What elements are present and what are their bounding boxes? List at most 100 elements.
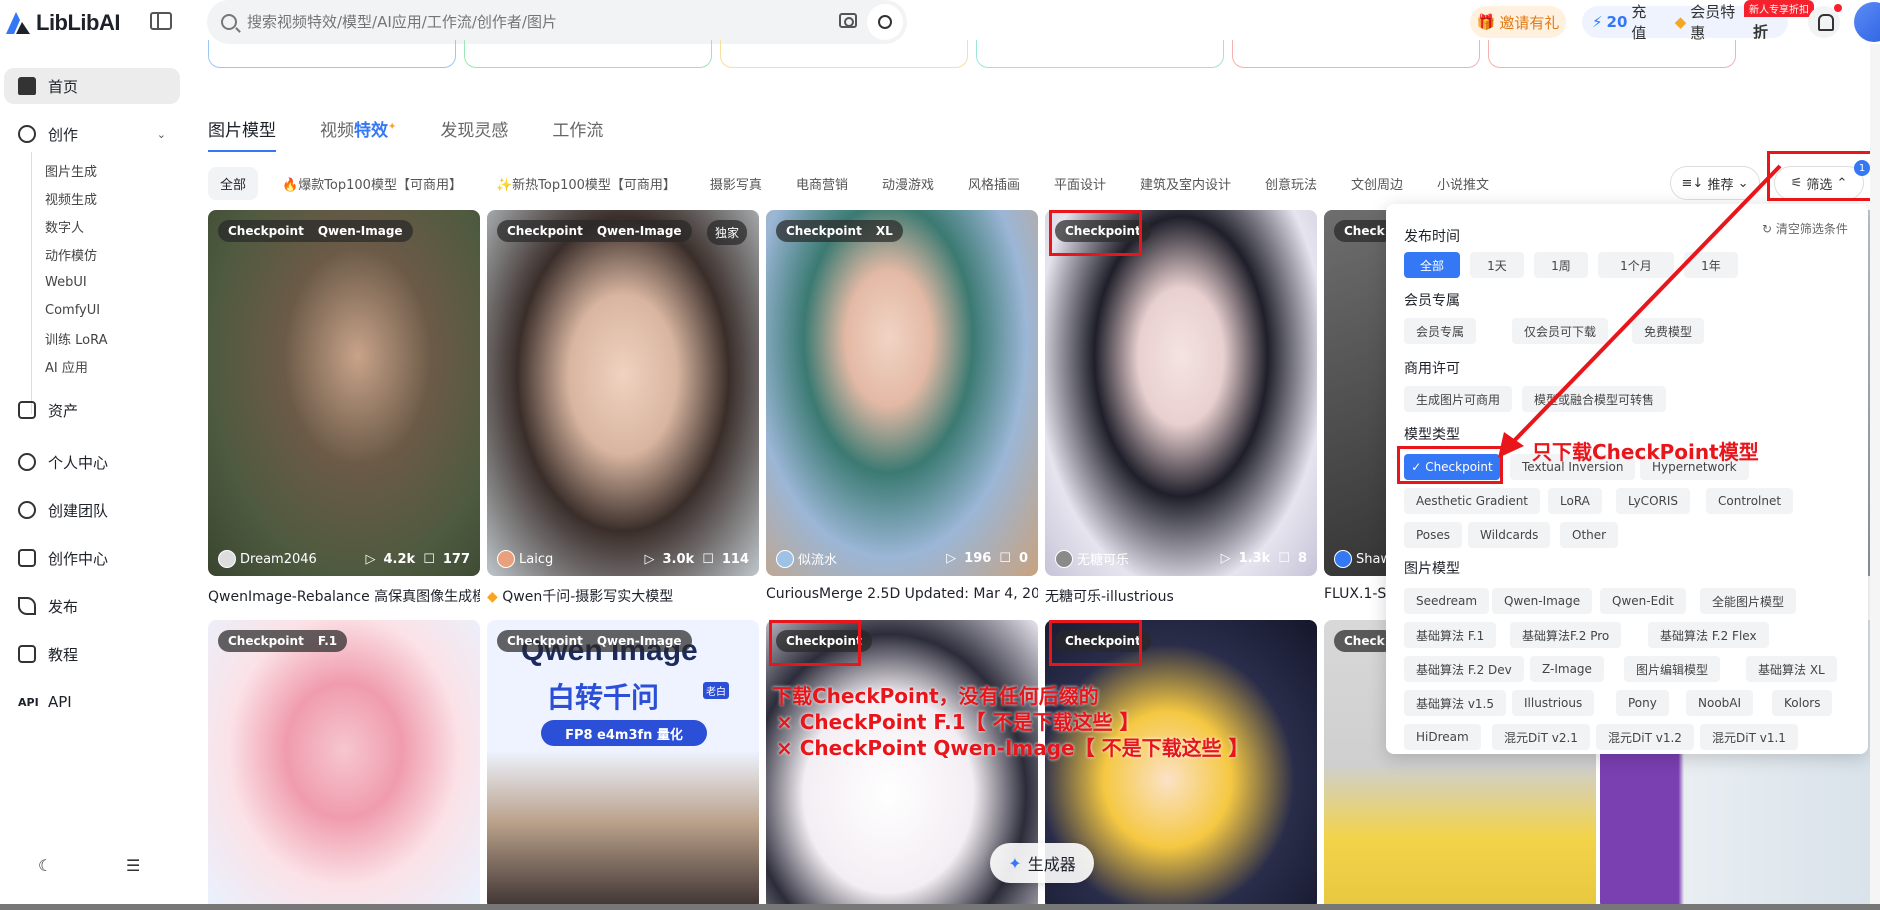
chip-ecommerce[interactable]: 电商营销 xyxy=(796,174,848,193)
filter-option[interactable]: Illustrious xyxy=(1512,690,1595,716)
filter-option[interactable]: 免费模型 xyxy=(1632,318,1705,344)
logo[interactable]: LibLibAI xyxy=(4,8,120,38)
model-card[interactable]: Qwen Image 白转千问 老白 FP8 e4m3fn 量化 Checkpo… xyxy=(487,620,759,910)
model-card[interactable]: Checkpoint 无糖可乐 ▷ 1.3k ☐ 8 xyxy=(1045,210,1317,576)
filter-option[interactable]: 基础算法 F.2 Flex xyxy=(1648,622,1769,648)
list-icon[interactable]: ☰ xyxy=(126,856,146,876)
sidebar-item-assets[interactable]: 资产 xyxy=(4,392,180,428)
card-author[interactable]: 无糖可乐 xyxy=(1077,549,1129,568)
card-author[interactable]: 似流水 xyxy=(798,549,837,568)
sidebar-subitem[interactable]: AI 应用 xyxy=(24,352,174,380)
search-input[interactable] xyxy=(247,13,827,31)
search-button[interactable] xyxy=(867,4,903,40)
sidebar-item-creator-center[interactable]: 创作中心 xyxy=(4,540,180,576)
filter-option[interactable]: 基础算法 XL xyxy=(1746,656,1837,682)
filter-option[interactable]: Seedream xyxy=(1404,588,1490,614)
sidebar-item-home[interactable]: 首页 xyxy=(4,68,180,104)
filter-option[interactable]: 基础算法F.2 Pro xyxy=(1510,622,1622,648)
filter-option[interactable]: 全能图片模型 xyxy=(1700,588,1797,614)
filter-option[interactable]: Kolors xyxy=(1772,690,1833,716)
chip-creative[interactable]: 创意玩法 xyxy=(1265,174,1317,193)
filter-option[interactable]: 生成图片可商用 xyxy=(1404,386,1513,412)
sidebar-toggle-icon[interactable] xyxy=(150,12,172,30)
generator-button[interactable]: ✦ 生成器 xyxy=(990,843,1094,883)
scrollbar[interactable] xyxy=(1870,44,1880,910)
tab-video-effects[interactable]: 视频特效✦ xyxy=(320,116,396,152)
chip-graphic[interactable]: 平面设计 xyxy=(1054,174,1106,193)
filter-option[interactable]: Poses xyxy=(1404,522,1463,548)
filter-option[interactable]: HiDream xyxy=(1404,724,1481,750)
tag: Qwen-Image xyxy=(317,224,403,238)
filter-option[interactable]: Other xyxy=(1560,522,1619,548)
filter-option[interactable]: 混元DiT v2.1 xyxy=(1492,724,1590,750)
chip-merch[interactable]: 文创周边 xyxy=(1351,174,1403,193)
filter-option[interactable]: 基础算法 F.1 xyxy=(1404,622,1497,648)
filter-option[interactable]: Pony xyxy=(1616,690,1669,716)
model-card[interactable]: Checkpoint F.1 xyxy=(208,620,480,910)
bell-icon[interactable] xyxy=(1808,4,1842,38)
filter-option[interactable]: 混元DiT v1.1 xyxy=(1700,724,1798,750)
chip-architecture[interactable]: 建筑及室内设计 xyxy=(1140,174,1231,193)
invite-button[interactable]: 🎁 邀请有礼 xyxy=(1470,6,1566,38)
sidebar-item-tutorial[interactable]: 教程 xyxy=(4,636,180,672)
chip-hot-top100[interactable]: 🔥爆款Top100模型【可商用】 xyxy=(282,174,462,193)
camera-icon[interactable] xyxy=(839,13,857,28)
sidebar-subitem[interactable]: 数字人 xyxy=(24,212,174,240)
chip-new-top100[interactable]: ✨新热Top100模型【可商用】 xyxy=(496,174,676,193)
sidebar-subitem[interactable]: 视频生成 xyxy=(24,184,174,212)
filter-option[interactable]: 基础算法 F.2 Dev xyxy=(1404,656,1524,682)
filter-option[interactable]: 1天 xyxy=(1470,252,1524,278)
chip-photo[interactable]: 摄影写真 xyxy=(710,174,762,193)
filter-option[interactable]: 图片编辑模型 xyxy=(1624,656,1721,682)
filter-option[interactable]: 混元DiT v1.2 xyxy=(1596,724,1694,750)
sidebar-item-api[interactable]: API API xyxy=(4,684,180,720)
filter-option[interactable]: Aesthetic Gradient xyxy=(1404,488,1541,514)
filter-option[interactable]: 1年 xyxy=(1684,252,1738,278)
theme-icon[interactable]: ☾ xyxy=(38,856,58,876)
sidebar-subitem[interactable]: 图片生成 xyxy=(24,156,174,184)
card-title[interactable]: 无糖可乐-illustrious xyxy=(1045,586,1317,606)
model-card[interactable]: Checkpoint Qwen-Image 独家 Laicg ▷ 3.0k ☐ 114 xyxy=(487,210,759,576)
card-title[interactable]: CuriousMerge 2.5D Updated: Mar 4, 2025 xyxy=(766,586,1038,602)
card-author[interactable]: Laicg xyxy=(519,552,553,567)
chip-illustration[interactable]: 风格插画 xyxy=(968,174,1020,193)
filter-option[interactable]: 1周 xyxy=(1534,252,1588,278)
filter-option[interactable]: Controlnet xyxy=(1706,488,1794,514)
filter-option[interactable]: Qwen-Image xyxy=(1492,588,1593,614)
sidebar-item-publish[interactable]: 发布 xyxy=(4,588,180,624)
card-title[interactable]: QwenImage-Rebalance 高保真图像生成模... xyxy=(208,586,480,606)
filter-option[interactable]: 模型或融合模型可转售 xyxy=(1522,386,1667,412)
filter-option[interactable]: 会员专属 xyxy=(1404,318,1477,344)
chip-all[interactable]: 全部 xyxy=(208,166,259,200)
filter-option[interactable]: Wildcards xyxy=(1468,522,1551,548)
search-bar[interactable] xyxy=(207,0,907,44)
avatar[interactable] xyxy=(1854,2,1880,42)
filter-option[interactable]: Z-Image xyxy=(1530,656,1604,682)
model-card[interactable]: Checkpoint XL 似流水 ▷ 196 ☐ 0 xyxy=(766,210,1038,576)
sidebar-item-personal[interactable]: 个人中心 xyxy=(4,444,180,480)
sidebar-subitem[interactable]: ComfyUI xyxy=(24,296,174,324)
sidebar-subitem[interactable]: 训练 LoRA xyxy=(24,324,174,352)
sort-button[interactable]: ≡↓ 推荐 ⌄ xyxy=(1670,166,1760,200)
filter-option[interactable]: LyCORIS xyxy=(1616,488,1691,514)
filter-option[interactable]: 1个月 xyxy=(1598,252,1674,278)
card-author[interactable]: Dream2046 xyxy=(240,552,317,567)
sidebar-subitem[interactable]: 动作模仿 xyxy=(24,240,174,268)
sidebar-subitem[interactable]: WebUI xyxy=(24,268,174,296)
sidebar-item-team[interactable]: 创建团队 xyxy=(4,492,180,528)
tab-image-models[interactable]: 图片模型 xyxy=(208,116,276,152)
filter-option[interactable]: 全部 xyxy=(1404,252,1460,278)
tab-workflow[interactable]: 工作流 xyxy=(552,116,603,152)
sidebar-item-create[interactable]: 创作 ⌄ xyxy=(4,116,180,152)
card-title[interactable]: ◆ Qwen千问-摄影写实大模型 xyxy=(487,586,759,606)
filter-option[interactable]: NoobAI xyxy=(1686,690,1754,716)
tab-inspiration[interactable]: 发现灵感 xyxy=(440,116,508,152)
filter-option[interactable]: Qwen-Edit xyxy=(1600,588,1686,614)
chip-anime[interactable]: 动漫游戏 xyxy=(882,174,934,193)
model-card[interactable]: Checkpoint Qwen-Image Dream2046 ▷ 4.2k ☐ 177 xyxy=(208,210,480,576)
filter-option[interactable]: 仅会员可下载 xyxy=(1512,318,1609,344)
filter-option[interactable]: 基础算法 v1.5 xyxy=(1404,690,1507,716)
chip-novel[interactable]: 小说推文 xyxy=(1437,174,1489,193)
clear-filters-button[interactable]: ↻ 清空筛选条件 xyxy=(1762,220,1848,237)
filter-option[interactable]: LoRA xyxy=(1548,488,1602,514)
